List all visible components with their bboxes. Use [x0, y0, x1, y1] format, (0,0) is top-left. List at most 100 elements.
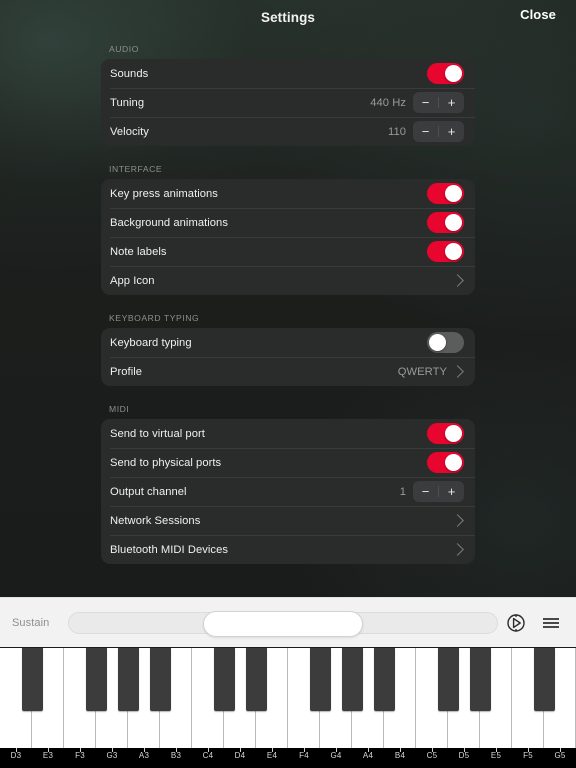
close-button[interactable]: Close — [520, 7, 556, 22]
row-label: Send to virtual port — [110, 427, 205, 440]
toggle-background-animations[interactable] — [427, 212, 464, 233]
black-key-0[interactable] — [21, 648, 43, 711]
settings-row-bluetooth-midi-devices[interactable]: Bluetooth MIDI Devices — [101, 535, 475, 564]
key-label-d3: D3 — [10, 751, 22, 760]
piano-key-labels: D3 E3 F3 G3 A3 B3 C4 D4 E4 F4 G4 A4 B4 C5 D5 E5 F5 G5 — [0, 748, 576, 768]
row-label: Background animations — [110, 216, 228, 229]
minus-icon[interactable]: − — [413, 92, 438, 113]
settings-card: Sounds Tuning 440 Hz − + Velocity 110− + — [101, 59, 475, 146]
key-tick — [112, 748, 113, 752]
key-tick — [336, 748, 337, 752]
settings-card: Send to virtual port Send to physical por… — [101, 419, 475, 564]
black-key-7[interactable] — [341, 648, 363, 711]
settings-row-tuning: Tuning 440 Hz − + — [101, 88, 475, 117]
toggle-knob — [445, 243, 462, 260]
plus-icon[interactable]: + — [439, 121, 464, 142]
key-label-e3: E3 — [42, 751, 54, 760]
key-label-b4: B4 — [394, 751, 406, 760]
key-tick — [240, 748, 241, 752]
toggle-knob — [429, 334, 446, 351]
settings-row-background-animations: Background animations — [101, 208, 475, 237]
key-tick — [144, 748, 145, 752]
plus-icon[interactable]: + — [439, 481, 464, 502]
key-label-d5: D5 — [458, 751, 470, 760]
black-key-1[interactable] — [85, 648, 107, 711]
toggle-send-to-virtual-port[interactable] — [427, 423, 464, 444]
key-tick — [432, 748, 433, 752]
key-tick — [368, 748, 369, 752]
settings-row-app-icon[interactable]: App Icon — [101, 266, 475, 295]
key-label-f5: F5 — [523, 751, 533, 760]
section-header: AUDIO — [109, 44, 139, 54]
section-header: MIDI — [109, 404, 130, 414]
settings-row-send-to-virtual-port: Send to virtual port — [101, 419, 475, 448]
toggle-sounds[interactable] — [427, 63, 464, 84]
settings-row-keyboard-typing: Keyboard typing — [101, 328, 475, 357]
metronome-dial-icon[interactable] — [506, 613, 526, 633]
row-value: 1 — [399, 485, 406, 498]
key-tick — [16, 748, 17, 752]
key-tick — [272, 748, 273, 752]
key-label-f3: F3 — [75, 751, 85, 760]
key-tick — [80, 748, 81, 752]
settings-row-output-channel: Output channel 1− + — [101, 477, 475, 506]
toggle-send-to-physical-ports[interactable] — [427, 452, 464, 473]
key-label-e4: E4 — [266, 751, 278, 760]
key-label-c4: C4 — [202, 751, 214, 760]
black-key-9[interactable] — [437, 648, 459, 711]
stepper-output-channel: − + — [413, 481, 464, 502]
key-tick — [176, 748, 177, 752]
black-key-11[interactable] — [533, 648, 555, 711]
row-label: Velocity — [110, 125, 149, 138]
sustain-slider-thumb[interactable] — [203, 610, 363, 637]
settings-header: Settings — [0, 0, 576, 34]
black-key-6[interactable] — [309, 648, 331, 711]
row-label: Send to physical ports — [110, 456, 222, 469]
key-label-e5: E5 — [490, 751, 502, 760]
toggle-knob — [445, 425, 462, 442]
key-label-c5: C5 — [426, 751, 438, 760]
row-label: Note labels — [110, 245, 167, 258]
black-key-8[interactable] — [373, 648, 395, 711]
plus-icon[interactable]: + — [439, 92, 464, 113]
settings-list: AUDIO Sounds Tuning 440 Hz − + Velocity 110− + IN… — [101, 44, 475, 589]
key-tick — [208, 748, 209, 752]
key-tick — [560, 748, 561, 752]
key-tick — [304, 748, 305, 752]
row-label: Keyboard typing — [110, 336, 192, 349]
key-label-g3: G3 — [106, 751, 118, 760]
black-key-2[interactable] — [117, 648, 139, 711]
settings-row-sounds: Sounds — [101, 59, 475, 88]
settings-row-network-sessions[interactable]: Network Sessions — [101, 506, 475, 535]
black-key-3[interactable] — [149, 648, 171, 711]
settings-row-note-labels: Note labels — [101, 237, 475, 266]
row-value: 110 — [388, 125, 406, 138]
sustain-slider[interactable] — [68, 610, 498, 637]
piano-keyboard[interactable] — [0, 648, 576, 748]
toggle-knob — [445, 185, 462, 202]
black-key-5[interactable] — [245, 648, 267, 711]
black-key-10[interactable] — [469, 648, 491, 711]
row-label: Bluetooth MIDI Devices — [110, 543, 228, 556]
row-label: Sounds — [110, 67, 149, 80]
toggle-key-press-animations[interactable] — [427, 183, 464, 204]
key-label-a4: A4 — [362, 751, 374, 760]
minus-icon[interactable]: − — [413, 121, 438, 142]
minus-icon[interactable]: − — [413, 481, 438, 502]
chevron-right-icon — [451, 543, 464, 556]
toggle-note-labels[interactable] — [427, 241, 464, 262]
key-tick — [48, 748, 49, 752]
stepper-velocity: − + — [413, 121, 464, 142]
row-label: App Icon — [110, 274, 155, 287]
key-label-g5: G5 — [554, 751, 566, 760]
row-label: Key press animations — [110, 187, 218, 200]
settings-row-velocity: Velocity 110− + — [101, 117, 475, 146]
hamburger-menu-icon[interactable] — [540, 613, 562, 633]
toggle-keyboard-typing[interactable] — [427, 332, 464, 353]
settings-card: Key press animations Background animation… — [101, 179, 475, 295]
key-tick — [400, 748, 401, 752]
settings-row-profile[interactable]: Profile QWERTY — [101, 357, 475, 386]
black-key-4[interactable] — [213, 648, 235, 711]
settings-row-key-press-animations: Key press animations — [101, 179, 475, 208]
key-label-g4: G4 — [330, 751, 342, 760]
